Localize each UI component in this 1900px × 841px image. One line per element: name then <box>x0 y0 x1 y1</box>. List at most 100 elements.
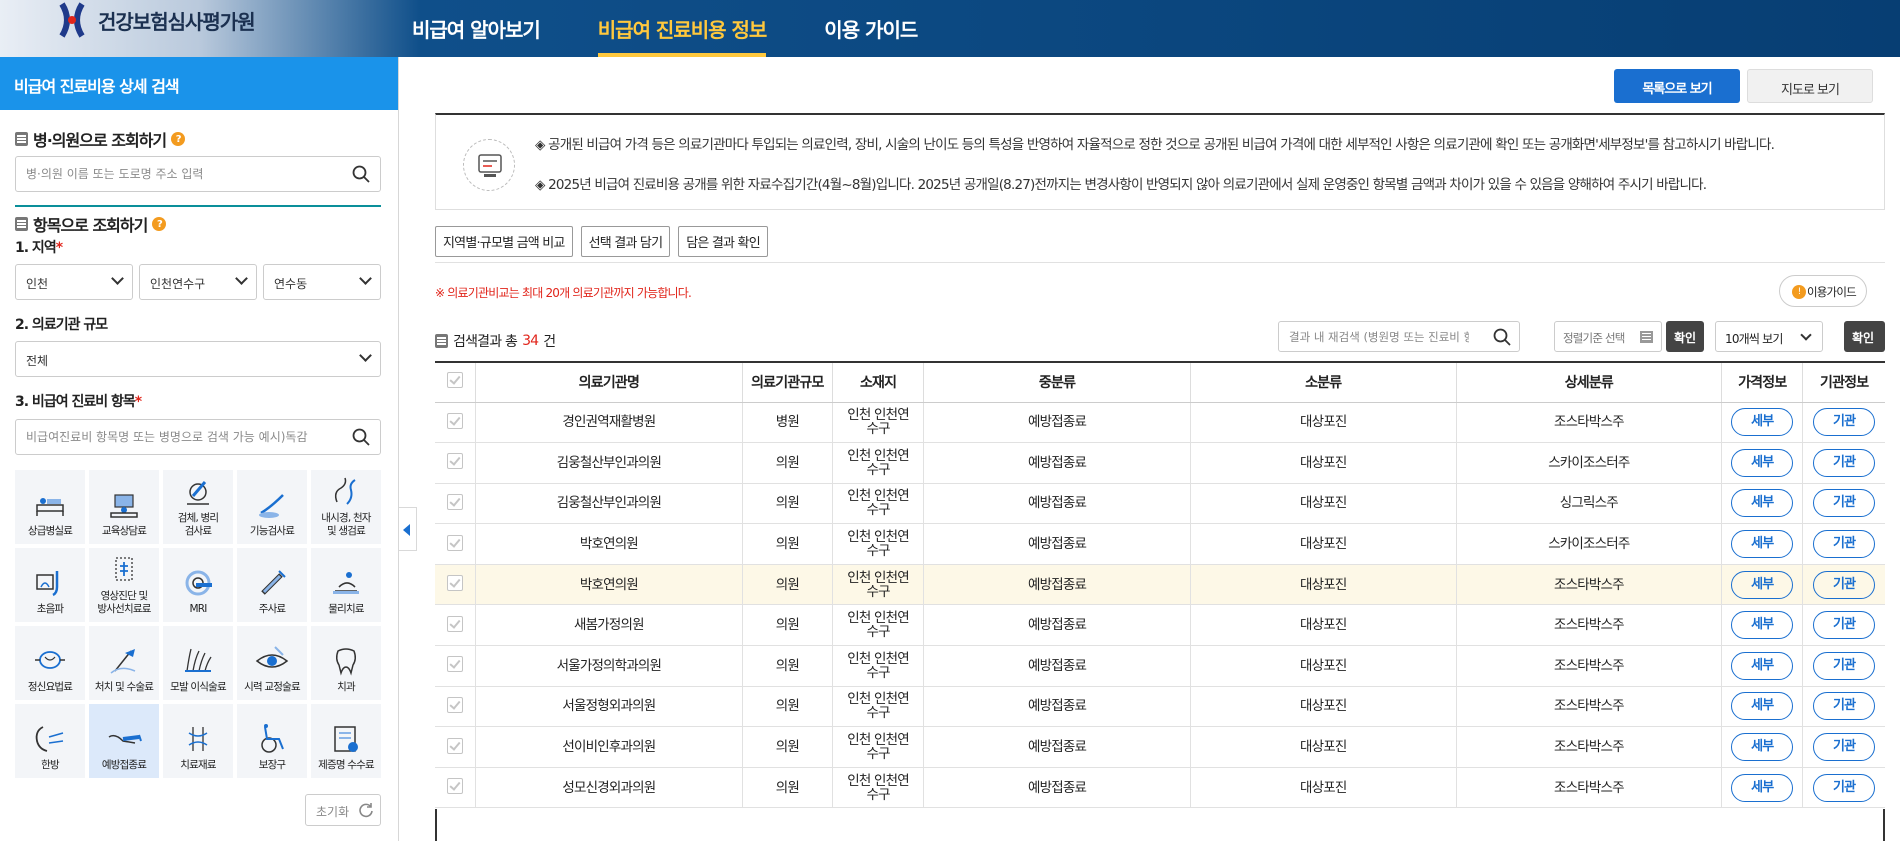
category-tile[interactable]: 한방 <box>15 704 85 778</box>
cell-name: 경인권역재활병원 <box>475 402 743 444</box>
cell-inst-info: 기관 <box>1802 726 1885 768</box>
row-checkbox[interactable] <box>447 493 464 510</box>
item-search-input[interactable] <box>16 420 336 454</box>
region-sigungu-select[interactable]: 인천연수구 <box>139 264 257 300</box>
row-checkbox[interactable] <box>447 534 464 551</box>
category-tile[interactable]: 교육상담료 <box>89 470 159 544</box>
detail-button[interactable]: 세부 <box>1731 408 1794 437</box>
save-selection-button[interactable]: 선택 결과 담기 <box>580 226 671 257</box>
category-tile[interactable]: 보장구 <box>237 704 307 778</box>
category-tile[interactable]: 상급병실료 <box>15 470 85 544</box>
cell-mid-category: 예방접종료 <box>923 402 1191 444</box>
cell-price-info: 세부 <box>1721 402 1804 444</box>
row-select-cell <box>435 645 477 687</box>
row-checkbox[interactable] <box>447 737 464 754</box>
view-saved-button[interactable]: 담은 결과 확인 <box>678 226 768 257</box>
institution-button[interactable]: 기관 <box>1813 408 1876 437</box>
row-select-cell <box>435 442 477 484</box>
row-select-cell <box>435 523 477 565</box>
category-tile[interactable]: 영상진단 및 방사선치료료 <box>89 548 159 622</box>
cell-price-info: 세부 <box>1721 726 1804 768</box>
category-tile[interactable]: 처치 및 수술료 <box>89 626 159 700</box>
col-mid-category: 중분류 <box>923 362 1191 403</box>
category-tile[interactable]: 정신요법료 <box>15 626 85 700</box>
reset-label: 초기화 <box>316 805 350 819</box>
institution-button[interactable]: 기관 <box>1813 773 1876 802</box>
institution-button[interactable]: 기관 <box>1813 733 1876 762</box>
category-label: 주사료 <box>258 603 286 615</box>
category-tile[interactable]: 물리치료 <box>311 548 381 622</box>
category-tile[interactable]: 예방접종료 <box>89 704 159 778</box>
search-sidebar: 비급여 진료비용 상세 검색 병·의원으로 조회하기 ? 항목으로 조회하기 ?… <box>0 57 399 841</box>
detail-button[interactable]: 세부 <box>1731 570 1794 599</box>
category-tile[interactable]: MRI <box>163 548 233 622</box>
usage-guide-button[interactable]: ! 이용가이드 <box>1779 275 1867 307</box>
sort-select[interactable]: 정렬기준 선택 <box>1554 321 1662 352</box>
institution-button[interactable]: 기관 <box>1813 448 1876 477</box>
detail-button[interactable]: 세부 <box>1731 692 1794 721</box>
info-icon: ! <box>1792 285 1806 299</box>
row-checkbox[interactable] <box>447 575 464 592</box>
category-tile[interactable]: 모발 이식술료 <box>163 626 233 700</box>
scale-select[interactable]: 전체 <box>15 341 381 377</box>
category-tile[interactable]: 기능검사료 <box>237 470 307 544</box>
detail-button[interactable]: 세부 <box>1731 489 1794 518</box>
detail-button[interactable]: 세부 <box>1731 448 1794 477</box>
detail-button[interactable]: 세부 <box>1731 611 1794 640</box>
cell-price-info: 세부 <box>1721 523 1804 565</box>
institution-button[interactable]: 기관 <box>1813 692 1876 721</box>
list-view-button[interactable]: 목록으로 보기 <box>1614 69 1740 103</box>
sort-confirm-button[interactable]: 확인 <box>1666 321 1705 352</box>
cell-location: 인천 인천연 수구 <box>832 442 925 484</box>
cell-price-info: 세부 <box>1721 686 1804 728</box>
nav-about[interactable]: 비급여 알아보기 <box>412 0 541 57</box>
detail-button[interactable]: 세부 <box>1731 733 1794 762</box>
row-checkbox[interactable] <box>447 412 464 429</box>
cell-small-category: 대상포진 <box>1190 442 1457 484</box>
search-icon[interactable] <box>352 428 370 446</box>
category-tile[interactable]: 주사료 <box>237 548 307 622</box>
category-tile[interactable]: 제증명 수수료 <box>311 704 381 778</box>
nav-cost-info[interactable]: 비급여 진료비용 정보 <box>597 0 767 57</box>
search-icon[interactable] <box>352 165 370 183</box>
category-tile[interactable]: 검체, 병리 검사료 <box>163 470 233 544</box>
institution-button[interactable]: 기관 <box>1813 489 1876 518</box>
institution-button[interactable]: 기관 <box>1813 651 1876 680</box>
map-view-button[interactable]: 지도로 보기 <box>1747 69 1873 103</box>
region-sido-select[interactable]: 인천 <box>15 264 133 300</box>
help-icon[interactable]: ? <box>171 132 186 146</box>
row-select-cell <box>435 402 477 444</box>
category-tile[interactable]: 내시경, 천자 및 생검료 <box>311 470 381 544</box>
category-tile[interactable]: 초음파 <box>15 548 85 622</box>
select-all-checkbox[interactable] <box>447 372 464 389</box>
cell-scale: 의원 <box>742 604 833 647</box>
category-tile[interactable]: 시력 교정술료 <box>237 626 307 700</box>
row-checkbox[interactable] <box>447 696 464 713</box>
row-checkbox[interactable] <box>447 778 464 795</box>
institution-button[interactable]: 기관 <box>1813 611 1876 640</box>
sidebar-collapse-button[interactable] <box>399 507 417 551</box>
detail-button[interactable]: 세부 <box>1731 530 1794 559</box>
category-label: 내시경, 천자 및 생검료 <box>321 512 371 537</box>
compare-region-button[interactable]: 지역별·규모별 금액 비교 <box>435 226 573 257</box>
region-dong-select[interactable]: 연수동 <box>263 264 381 300</box>
reset-button[interactable]: 초기화 <box>305 794 381 826</box>
institution-button[interactable]: 기관 <box>1813 570 1876 599</box>
detail-button[interactable]: 세부 <box>1731 651 1794 680</box>
nav-guide[interactable]: 이용 가이드 <box>824 0 918 57</box>
category-tile[interactable]: 치료재료 <box>163 704 233 778</box>
category-tile[interactable]: 치과 <box>311 626 381 700</box>
row-checkbox[interactable] <box>447 656 464 673</box>
per-page-select[interactable]: 10개씩 보기 <box>1715 321 1823 352</box>
cell-detail-category: 조스타박스주 <box>1456 767 1723 809</box>
search-icon[interactable] <box>1493 328 1511 346</box>
institution-button[interactable]: 기관 <box>1813 530 1876 559</box>
logo[interactable]: 건강보험심사평가원 <box>58 2 256 38</box>
result-search-input[interactable] <box>1279 322 1479 351</box>
row-checkbox[interactable] <box>447 615 464 632</box>
row-checkbox[interactable] <box>447 453 464 470</box>
hospital-search-input[interactable] <box>16 157 336 191</box>
per-page-confirm-button[interactable]: 확인 <box>1844 321 1885 352</box>
detail-button[interactable]: 세부 <box>1731 773 1794 802</box>
help-icon[interactable]: ? <box>152 217 167 231</box>
